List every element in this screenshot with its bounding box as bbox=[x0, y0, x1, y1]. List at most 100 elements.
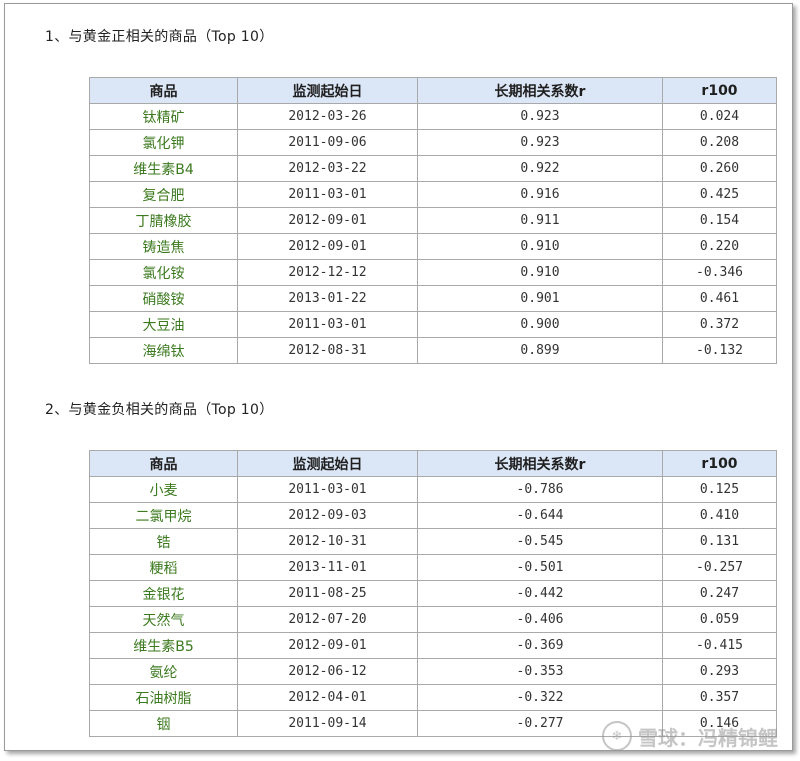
r100-cell: 0.208 bbox=[662, 129, 777, 156]
date-cell: 2011-08-25 bbox=[237, 580, 418, 607]
r-cell: -0.644 bbox=[417, 502, 663, 529]
r100-cell: 0.372 bbox=[662, 311, 777, 338]
date-cell: 2012-08-31 bbox=[237, 337, 418, 364]
commodity-cell: 复合肥 bbox=[89, 181, 238, 208]
date-cell: 2012-09-01 bbox=[237, 207, 418, 234]
r100-cell: 0.220 bbox=[662, 233, 777, 260]
header-long-term-r: 长期相关系数r bbox=[417, 77, 663, 104]
table-row: 氯化钾 2011-09-06 0.923 0.208 bbox=[89, 129, 777, 156]
r-cell: 0.922 bbox=[417, 155, 663, 182]
r-cell: 0.901 bbox=[417, 285, 663, 312]
table-row: 海绵钛 2012-08-31 0.899 -0.132 bbox=[89, 337, 777, 364]
r100-cell: 0.293 bbox=[662, 658, 777, 685]
r100-cell: 0.410 bbox=[662, 502, 777, 529]
table-row: 粳稻 2013-11-01 -0.501 -0.257 bbox=[89, 554, 777, 581]
table-row: 钛精矿 2012-03-26 0.923 0.024 bbox=[89, 103, 777, 130]
header-commodity: 商品 bbox=[89, 77, 238, 104]
date-cell: 2011-09-06 bbox=[237, 129, 418, 156]
r100-cell: -0.346 bbox=[662, 259, 777, 286]
table-row: 氨纶 2012-06-12 -0.353 0.293 bbox=[89, 658, 777, 685]
commodity-cell: 氨纶 bbox=[89, 658, 238, 685]
commodity-cell: 大豆油 bbox=[89, 311, 238, 338]
commodity-cell: 海绵钛 bbox=[89, 337, 238, 364]
header-commodity: 商品 bbox=[89, 450, 238, 477]
commodity-cell: 小麦 bbox=[89, 476, 238, 503]
commodity-cell: 维生素B4 bbox=[89, 155, 238, 182]
r-cell: -0.369 bbox=[417, 632, 663, 659]
r100-cell: 0.260 bbox=[662, 155, 777, 182]
header-r100: r100 bbox=[662, 450, 777, 477]
table-row: 二氯甲烷 2012-09-03 -0.644 0.410 bbox=[89, 502, 777, 529]
commodity-cell: 丁腈橡胶 bbox=[89, 207, 238, 234]
r100-cell: -0.415 bbox=[662, 632, 777, 659]
header-start-date: 监测起始日 bbox=[237, 450, 418, 477]
table-row: 硝酸铵 2013-01-22 0.901 0.461 bbox=[89, 285, 777, 312]
date-cell: 2011-03-01 bbox=[237, 181, 418, 208]
r100-cell: 0.357 bbox=[662, 684, 777, 711]
commodity-cell: 石油树脂 bbox=[89, 684, 238, 711]
commodity-cell: 铟 bbox=[89, 710, 238, 737]
date-cell: 2012-03-22 bbox=[237, 155, 418, 182]
r-cell: 0.923 bbox=[417, 103, 663, 130]
date-cell: 2012-09-01 bbox=[237, 233, 418, 260]
positive-correlation-table: 商品 监测起始日 长期相关系数r r100 钛精矿 2012-03-26 0.923… bbox=[89, 77, 777, 364]
r-cell: -0.322 bbox=[417, 684, 663, 711]
header-start-date: 监测起始日 bbox=[237, 77, 418, 104]
r100-cell: 0.059 bbox=[662, 606, 777, 633]
table-row: 大豆油 2011-03-01 0.900 0.372 bbox=[89, 311, 777, 338]
date-cell: 2011-09-14 bbox=[237, 710, 418, 737]
date-cell: 2012-03-26 bbox=[237, 103, 418, 130]
r-cell: -0.277 bbox=[417, 710, 663, 737]
commodity-cell: 铸造焦 bbox=[89, 233, 238, 260]
table-row: 石油树脂 2012-04-01 -0.322 0.357 bbox=[89, 684, 777, 711]
commodity-cell: 锆 bbox=[89, 528, 238, 555]
r100-cell: 0.154 bbox=[662, 207, 777, 234]
commodity-cell: 维生素B5 bbox=[89, 632, 238, 659]
date-cell: 2012-09-01 bbox=[237, 632, 418, 659]
date-cell: 2012-12-12 bbox=[237, 259, 418, 286]
date-cell: 2012-07-20 bbox=[237, 606, 418, 633]
header-r100: r100 bbox=[662, 77, 777, 104]
date-cell: 2012-10-31 bbox=[237, 528, 418, 555]
r100-cell: 0.425 bbox=[662, 181, 777, 208]
commodity-cell: 钛精矿 bbox=[89, 103, 238, 130]
table-row: 金银花 2011-08-25 -0.442 0.247 bbox=[89, 580, 777, 607]
r-cell: 0.911 bbox=[417, 207, 663, 234]
date-cell: 2012-04-01 bbox=[237, 684, 418, 711]
date-cell: 2012-09-03 bbox=[237, 502, 418, 529]
commodity-cell: 粳稻 bbox=[89, 554, 238, 581]
table-row: 丁腈橡胶 2012-09-01 0.911 0.154 bbox=[89, 207, 777, 234]
r-cell: -0.353 bbox=[417, 658, 663, 685]
r100-cell: 0.146 bbox=[662, 710, 777, 737]
table-row: 铸造焦 2012-09-01 0.910 0.220 bbox=[89, 233, 777, 260]
r100-cell: 0.461 bbox=[662, 285, 777, 312]
table-row: 天然气 2012-07-20 -0.406 0.059 bbox=[89, 606, 777, 633]
r100-cell: 0.247 bbox=[662, 580, 777, 607]
r-cell: -0.545 bbox=[417, 528, 663, 555]
r100-cell: 0.125 bbox=[662, 476, 777, 503]
commodity-cell: 金银花 bbox=[89, 580, 238, 607]
table-header-row: 商品 监测起始日 长期相关系数r r100 bbox=[89, 77, 777, 104]
table-row: 铟 2011-09-14 -0.277 0.146 bbox=[89, 710, 777, 737]
r100-cell: 0.024 bbox=[662, 103, 777, 130]
table-row: 小麦 2011-03-01 -0.786 0.125 bbox=[89, 476, 777, 503]
date-cell: 2013-11-01 bbox=[237, 554, 418, 581]
document-frame: 1、与黄金正相关的商品（Top 10） 商品 监测起始日 长期相关系数r r10… bbox=[4, 3, 793, 751]
date-cell: 2013-01-22 bbox=[237, 285, 418, 312]
r-cell: 0.923 bbox=[417, 129, 663, 156]
table-row: 维生素B5 2012-09-01 -0.369 -0.415 bbox=[89, 632, 777, 659]
r-cell: -0.406 bbox=[417, 606, 663, 633]
r-cell: -0.501 bbox=[417, 554, 663, 581]
r100-cell: 0.131 bbox=[662, 528, 777, 555]
r-cell: 0.916 bbox=[417, 181, 663, 208]
commodity-cell: 硝酸铵 bbox=[89, 285, 238, 312]
date-cell: 2011-03-01 bbox=[237, 476, 418, 503]
negative-correlation-table: 商品 监测起始日 长期相关系数r r100 小麦 2011-03-01 -0.786… bbox=[89, 450, 777, 737]
date-cell: 2011-03-01 bbox=[237, 311, 418, 338]
header-long-term-r: 长期相关系数r bbox=[417, 450, 663, 477]
r-cell: 0.910 bbox=[417, 259, 663, 286]
section-1-title: 1、与黄金正相关的商品（Top 10） bbox=[45, 29, 274, 45]
table-row: 氯化铵 2012-12-12 0.910 -0.346 bbox=[89, 259, 777, 286]
r-cell: -0.442 bbox=[417, 580, 663, 607]
commodity-cell: 氯化铵 bbox=[89, 259, 238, 286]
